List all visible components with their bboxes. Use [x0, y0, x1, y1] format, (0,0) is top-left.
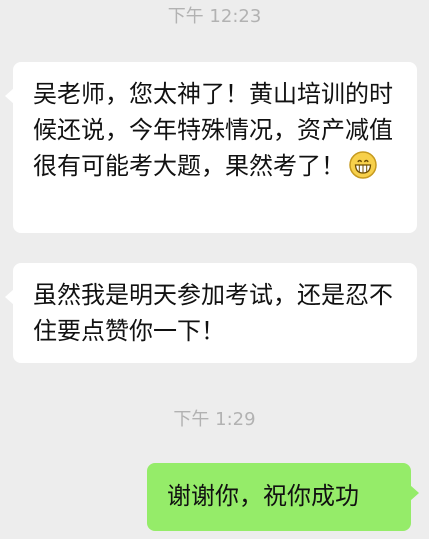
- incoming-message-bubble[interactable]: 虽然我是明天参加考试，还是忍不住要点赞你一下！: [5, 263, 417, 363]
- outgoing-message-bubble[interactable]: 谢谢你，祝你成功: [147, 463, 419, 531]
- message-text: 谢谢你，祝你成功: [167, 482, 359, 510]
- message-text: 吴老师，您太神了！黄山培训的时候还说，今年特殊情况，资产减值很有可能考大题，果然…: [33, 80, 393, 180]
- incoming-message-bubble[interactable]: 吴老师，您太神了！黄山培训的时候还说，今年特殊情况，资产减值很有可能考大题，果然…: [5, 62, 417, 233]
- timestamp: 下午 12:23: [167, 6, 262, 27]
- grinning-face-icon: [349, 151, 377, 179]
- timestamp: 下午 1:29: [173, 409, 256, 430]
- message-text: 虽然我是明天参加考试，还是忍不住要点赞你一下！: [33, 281, 393, 345]
